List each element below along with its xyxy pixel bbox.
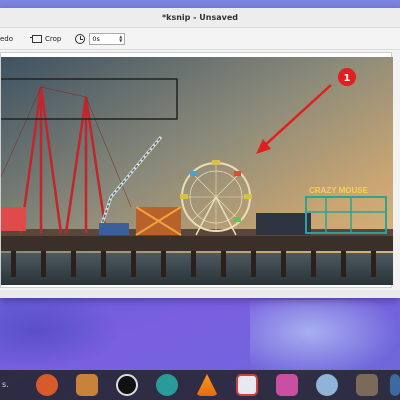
- pier-deck: [1, 235, 393, 251]
- crazy-mouse-sign: CRAZY MOUSE: [309, 186, 369, 195]
- wallpaper-shape: [0, 290, 120, 370]
- badge-number: 1: [344, 73, 351, 84]
- redo-label: edo: [0, 34, 14, 43]
- water: [1, 253, 393, 285]
- red-tent: [1, 207, 26, 231]
- crop-button[interactable]: Crop: [30, 28, 62, 49]
- crop-icon: [30, 34, 42, 43]
- app-icon-2[interactable]: [76, 374, 98, 396]
- editor-canvas[interactable]: CRAZY MOUSE 1: [0, 52, 393, 288]
- obs-icon[interactable]: [116, 374, 138, 396]
- app-icon-7[interactable]: [276, 374, 298, 396]
- app-icon-6[interactable]: [236, 374, 258, 396]
- ksnip-window: *ksnip - Unsaved edo Crop 0s ▲ ▼ CRAZY M…: [0, 8, 400, 298]
- redo-button[interactable]: edo: [0, 28, 26, 49]
- app-icon-4[interactable]: [156, 374, 178, 396]
- dock-label: s.: [2, 380, 9, 389]
- blue-structure: [99, 223, 129, 235]
- delay-group: 0s ▲ ▼: [75, 28, 126, 49]
- crop-label: Crop: [45, 34, 62, 43]
- app-icon-1[interactable]: [36, 374, 58, 396]
- window-title: *ksnip - Unsaved: [161, 13, 239, 22]
- app-icon-9[interactable]: [356, 374, 378, 396]
- taskbar-dock: s.: [0, 370, 400, 400]
- pier-building: [256, 213, 311, 235]
- delay-spinbox[interactable]: 0s ▲ ▼: [89, 32, 126, 45]
- boardwalk-photo: CRAZY MOUSE 1: [1, 57, 393, 285]
- number-badge[interactable]: 1: [338, 68, 356, 86]
- app-icon-8[interactable]: [316, 374, 338, 396]
- wallpaper-shape: [250, 300, 400, 380]
- delay-value: 0s: [92, 34, 100, 43]
- status-bar: [0, 290, 400, 298]
- app-icon-10[interactable]: [390, 374, 400, 396]
- vlc-icon[interactable]: [196, 374, 218, 396]
- spin-arrows[interactable]: ▲ ▼: [119, 34, 122, 43]
- orange-ride: [135, 206, 182, 236]
- screenshot-image[interactable]: CRAZY MOUSE 1: [1, 57, 393, 285]
- toolbar: edo Crop 0s ▲ ▼: [0, 28, 400, 50]
- spin-down-icon[interactable]: ▼: [119, 38, 122, 43]
- clock-icon: [75, 33, 86, 44]
- window-titlebar[interactable]: *ksnip - Unsaved: [0, 8, 400, 28]
